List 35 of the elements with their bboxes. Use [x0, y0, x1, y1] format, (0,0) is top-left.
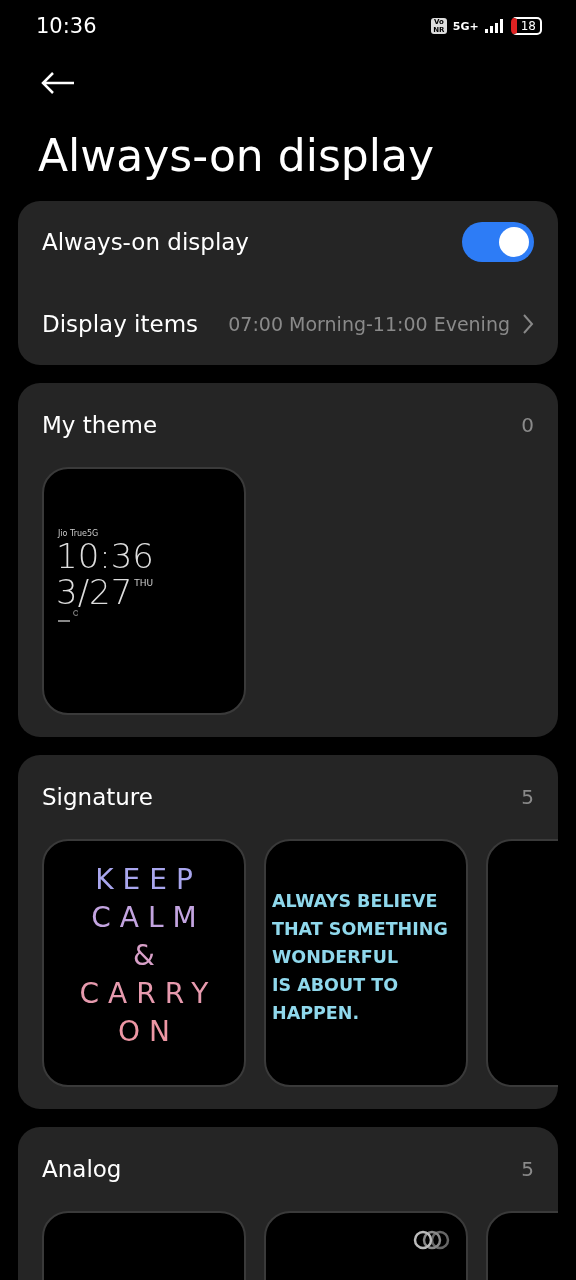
quote-text: WONDERFUL — [272, 946, 400, 969]
toggle-switch[interactable] — [462, 222, 534, 262]
clock-time: 10:36 — [56, 538, 155, 574]
quote-text: ALWAYS BELIEVE — [272, 890, 439, 913]
quote-text: THAT SOMETHING — [272, 918, 449, 941]
signal-icon — [484, 19, 505, 33]
battery-level: 18 — [510, 17, 542, 35]
item-count: 5 — [521, 785, 534, 809]
item-count: 0 — [521, 413, 534, 437]
network-type: 5G+ — [452, 19, 479, 33]
section-title: Signature — [42, 784, 154, 810]
weekday-text: THU — [134, 578, 154, 588]
status-time: 10:36 — [36, 14, 98, 38]
quote-text: IS ABOUT TO — [272, 974, 400, 997]
signature-text: CALM — [90, 901, 206, 935]
status-marks-icon — [58, 610, 78, 624]
signature-thumbnail[interactable]: ALWAYS BELIEVE THAT SOMETHING WONDERFUL IS ABOUT TO HAPPEN. — [264, 839, 468, 1087]
clock-date: 3/27 — [56, 574, 133, 610]
item-count: 5 — [521, 1157, 534, 1181]
carrier-text: Jio True5G — [58, 529, 100, 538]
section-title: Analog — [42, 1156, 123, 1182]
signature-text: ON — [117, 1015, 179, 1049]
back-arrow-icon[interactable] — [40, 71, 76, 95]
settings-row[interactable]: Display items 07:00 Morning-11:00 Evening — [18, 283, 558, 365]
signature-thumbnail[interactable]: KEEP CALM & CARRY ON — [42, 839, 246, 1087]
signature-text: KEEP — [94, 863, 202, 897]
setting-value: 07:00 Morning-11:00 Evening — [228, 313, 510, 335]
quote-text: HAPPEN. — [272, 1002, 361, 1025]
setting-label: Always-on display — [42, 229, 250, 255]
signature-text: & — [132, 939, 164, 973]
setting-label: Display items — [42, 311, 200, 337]
page-title: Always-on display — [37, 129, 435, 183]
signature-text: CARRY — [78, 977, 218, 1011]
section-title: My theme — [42, 412, 159, 438]
chevron-right-icon — [522, 313, 534, 335]
